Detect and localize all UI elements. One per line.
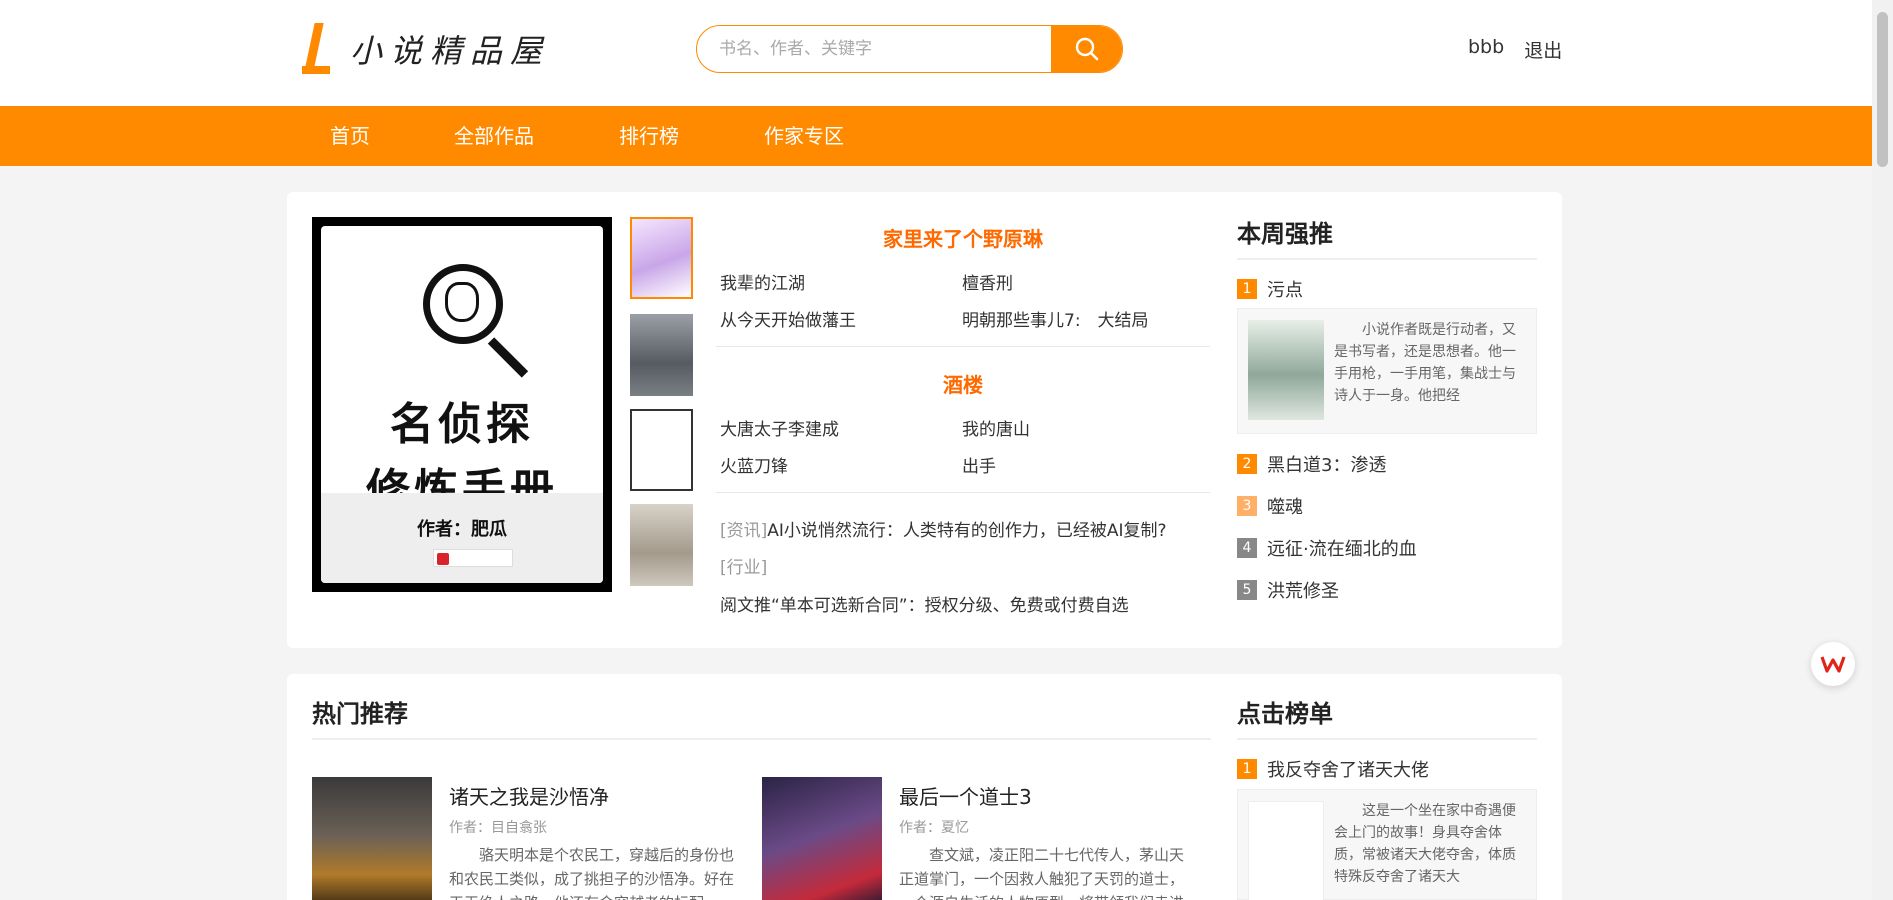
divider <box>716 346 1210 347</box>
book-link[interactable]: 我的唐山 <box>962 415 1030 440</box>
search-button[interactable] <box>1051 26 1122 72</box>
nav-all-works[interactable]: 全部作品 <box>454 106 534 166</box>
rank-number: 2 <box>1237 454 1257 474</box>
rank-number: 1 <box>1237 279 1257 299</box>
logout-link[interactable]: 退出 <box>1524 36 1562 63</box>
search-input[interactable] <box>697 26 1051 72</box>
book-link[interactable]: 火蓝刀锋 <box>720 452 788 477</box>
cover-author: 作者：肥瓜 <box>417 519 507 540</box>
nav-rankings[interactable]: 排行榜 <box>619 106 679 166</box>
username-link[interactable]: bbb <box>1468 36 1504 63</box>
book-link[interactable]: 出手 <box>962 452 996 477</box>
book-link[interactable]: 明朝那些事儿7: 大结局 <box>962 306 1149 331</box>
logo-icon <box>300 23 334 75</box>
hot-book-name[interactable]: 最后一个道士3 <box>899 781 1032 810</box>
book-link[interactable]: 从今天开始做藩王 <box>720 306 856 331</box>
news-tag: [行业] <box>720 558 768 578</box>
clicks-rank-item[interactable]: 1 我反夺舍了诸天大佬 <box>1237 756 1429 782</box>
rank-book-name: 我反夺舍了诸天大佬 <box>1267 760 1429 781</box>
user-area: bbb 退出 <box>1468 36 1562 63</box>
rank-book-name: 远征·流在缅北的血 <box>1267 539 1417 560</box>
news-tag: [资讯] <box>720 521 768 541</box>
search-box <box>696 25 1123 73</box>
rank-number: 4 <box>1237 538 1257 558</box>
clicks-rank-detail[interactable]: 这是一个坐在家中奇遇便会上门的故事！身具夺舍体质，常被诸天大佬夺舍，体质特殊反夺… <box>1237 789 1537 900</box>
floating-assistant-icon[interactable] <box>1811 642 1855 686</box>
thumb-cover-1[interactable] <box>630 217 693 299</box>
rank-book-desc: 小说作者既是行动者，又是书写者，还是思想者。他一手用枪，一手用笔，集战士与诗人于… <box>1334 322 1516 404</box>
hot-book-name[interactable]: 诸天之我是沙悟净 <box>449 781 609 810</box>
weekly-rank-item[interactable]: 4 远征·流在缅北的血 <box>1237 535 1417 561</box>
thumb-cover-2[interactable] <box>630 314 693 396</box>
detective-face-icon <box>445 282 479 322</box>
weekly-rank-item[interactable]: 3 噬魂 <box>1237 493 1303 519</box>
divider <box>1237 258 1537 260</box>
rank-book-name: 污点 <box>1267 280 1303 301</box>
main-nav: 首页 全部作品 排行榜 作家专区 <box>0 106 1872 166</box>
cover-title-line1: 名侦探 <box>390 399 534 450</box>
weekly-rank-item[interactable]: 5 洪荒修圣 <box>1237 577 1339 603</box>
thumb-cover-4[interactable] <box>630 504 693 586</box>
rank-book-cover <box>1248 320 1324 420</box>
search-icon <box>1075 37 1098 61</box>
site-logo[interactable]: 小说精品屋 <box>300 22 550 76</box>
featured-section1-title[interactable]: 家里来了个野原琳 <box>716 223 1210 252</box>
publisher-badge-icon <box>433 549 513 567</box>
thumb-cover-3[interactable] <box>630 409 693 491</box>
hot-book-desc: 骆天明本是个农民工，穿越后的身份也和农民工类似，成了挑担子的沙悟净。好在天无绝人… <box>449 846 735 900</box>
rank-number: 1 <box>1237 759 1257 779</box>
news-text: 阅文推“单本可选新合同”：授权分级、免费或付费自选 <box>720 596 1129 616</box>
rank-book-name: 噬魂 <box>1267 497 1303 518</box>
nav-home[interactable]: 首页 <box>330 106 370 166</box>
hot-title: 热门推荐 <box>312 700 408 728</box>
clicks-title: 点击榜单 <box>1237 700 1333 728</box>
scrollbar-thumb[interactable] <box>1877 12 1888 167</box>
weekly-rank-item[interactable]: 2 黑白道3：渗透 <box>1237 451 1386 477</box>
page-scrollbar[interactable] <box>1872 0 1893 900</box>
hot-book-cover[interactable] <box>762 777 882 900</box>
book-link[interactable]: 我辈的江湖 <box>720 269 805 294</box>
news-link[interactable]: [行业] <box>720 553 767 578</box>
nav-author-zone[interactable]: 作家专区 <box>764 106 844 166</box>
rank-book-name: 黑白道3：渗透 <box>1267 455 1387 476</box>
rank-number: 3 <box>1237 496 1257 516</box>
news-link[interactable]: 阅文推“单本可选新合同”：授权分级、免费或付费自选 <box>720 591 1129 616</box>
hot-book-author: 作者：目自翕张 <box>449 820 547 836</box>
featured-section2-title[interactable]: 酒楼 <box>716 369 1210 398</box>
hot-book-author: 作者：夏忆 <box>899 820 969 836</box>
site-name: 小说精品屋 <box>350 32 551 70</box>
hot-book-desc: 查文斌，凌正阳二十七代传人，茅山天正道掌门，一个因救人触犯了天罚的道士，一个源自… <box>899 846 1185 900</box>
weekly-rank-detail[interactable]: 小说作者既是行动者，又是书写者，还是思想者。他一手用枪，一手用笔，集战士与诗人于… <box>1237 308 1537 434</box>
placeholder-cover-icon <box>1248 801 1324 900</box>
rank-book-name: 洪荒修圣 <box>1267 581 1339 602</box>
hot-book-cover[interactable] <box>312 777 432 900</box>
divider <box>312 738 1211 740</box>
weekly-rank-item[interactable]: 1 污点 <box>1237 276 1303 302</box>
news-link[interactable]: [资讯]AI小说悄然流行：人类特有的创作力，已经被AI复制? <box>720 516 1167 541</box>
news-text: AI小说悄然流行：人类特有的创作力，已经被AI复制? <box>767 521 1167 541</box>
rank-number: 5 <box>1237 580 1257 600</box>
rank-book-desc: 这是一个坐在家中奇遇便会上门的故事！身具夺舍体质，常被诸天大佬夺舍，体质特殊反夺… <box>1334 803 1516 885</box>
header-bar: 小说精品屋 bbb 退出 <box>0 0 1872 106</box>
book-link[interactable]: 檀香刑 <box>962 269 1013 294</box>
divider <box>716 492 1210 493</box>
divider <box>1237 738 1537 740</box>
weekly-title: 本周强推 <box>1237 220 1333 248</box>
book-link[interactable]: 大唐太子李建成 <box>720 415 839 440</box>
featured-book-cover[interactable]: 名侦探 修炼手册 作者：肥瓜 <box>312 217 612 592</box>
